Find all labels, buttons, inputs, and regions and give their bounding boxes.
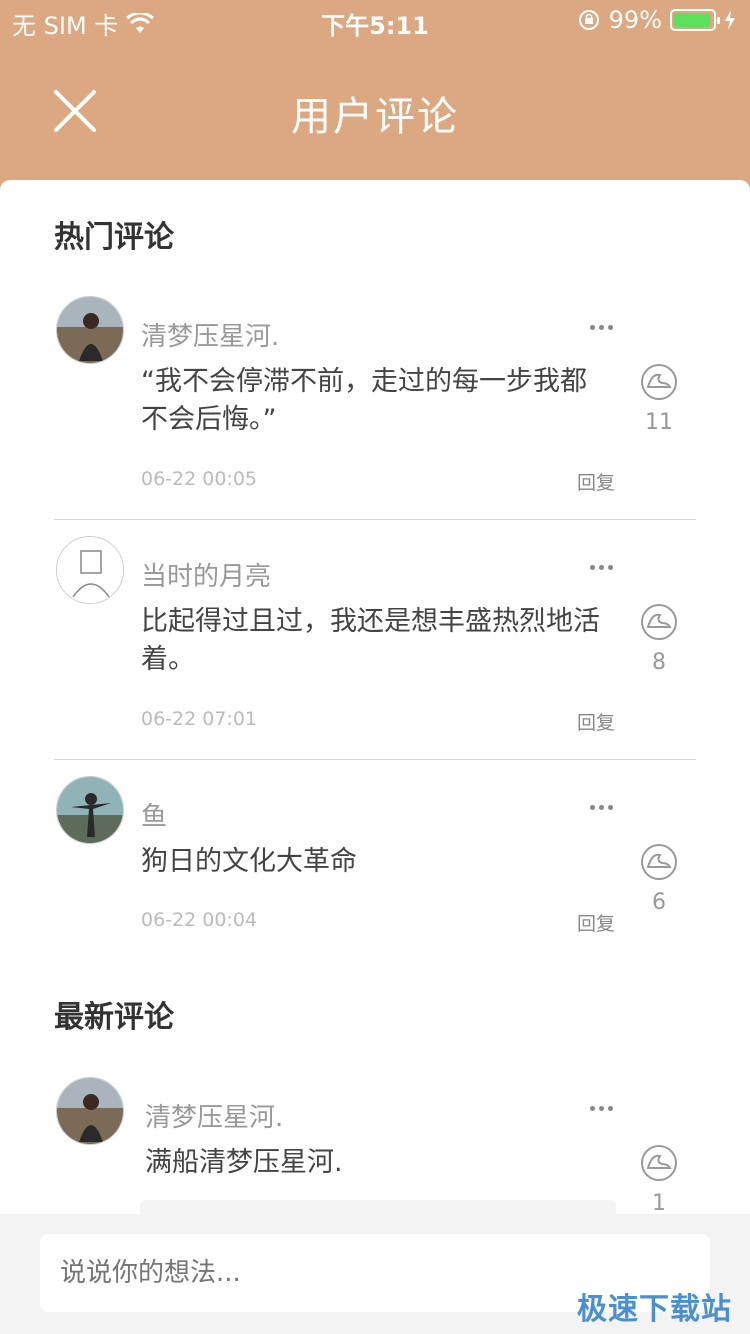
charging-icon (725, 10, 735, 30)
more-icon[interactable] (590, 555, 618, 570)
header: 无 SIM 卡 下午5:11 99% 用户评论 (0, 0, 750, 200)
comment-text: 比起得过且过，我还是想丰盛热烈地活着。 (141, 606, 600, 675)
divider (54, 519, 696, 520)
rotation-lock-icon (578, 10, 599, 30)
comments-sheet: 热门评论 清梦压星河. “我不会停滞不前，走过的每一步我都不会后悔。” 06-2… (0, 180, 750, 1214)
comment-text: “我不会停滞不前，走过的每一步我都不会后悔。” (141, 366, 587, 435)
battery-percent: 99% (608, 6, 662, 34)
reply-button[interactable]: 回复 (577, 909, 615, 936)
comment-text: 满船清梦压星河. (145, 1147, 343, 1178)
username[interactable]: 鱼 (141, 796, 167, 833)
username[interactable]: 清梦压星河. (141, 316, 279, 353)
page-title: 用户评论 (291, 94, 459, 140)
comment-time: 06-22 00:05 (141, 468, 258, 490)
username[interactable]: 清梦压星河. (145, 1097, 283, 1134)
like-icon[interactable] (640, 363, 678, 401)
more-icon[interactable] (590, 1096, 618, 1111)
like-count: 1 (652, 1191, 666, 1214)
like-count: 11 (645, 410, 673, 435)
status-bar: 无 SIM 卡 下午5:11 99% (0, 0, 750, 40)
avatar[interactable] (56, 1077, 124, 1145)
reply-quote-box (140, 1200, 616, 1214)
divider (54, 759, 696, 760)
like-icon[interactable] (640, 843, 678, 881)
watermark: 极速下载站 (577, 1292, 732, 1327)
comment-text: 狗日的文化大革命 (141, 846, 357, 877)
like-icon[interactable] (640, 1144, 678, 1182)
comment-time: 06-22 00:04 (141, 909, 258, 931)
like-icon[interactable] (640, 603, 678, 641)
username[interactable]: 当时的月亮 (141, 556, 271, 593)
new-comments-title: 最新评论 (54, 1000, 174, 1035)
comment-time: 06-22 07:01 (141, 708, 258, 730)
reply-button[interactable]: 回复 (577, 468, 615, 495)
reply-button[interactable]: 回复 (577, 708, 615, 735)
more-icon[interactable] (590, 795, 618, 810)
like-count: 6 (652, 890, 666, 915)
battery-icon (670, 9, 720, 31)
avatar[interactable] (56, 536, 124, 604)
avatar[interactable] (56, 776, 124, 844)
hot-comments-title: 热门评论 (54, 220, 174, 255)
more-icon[interactable] (590, 315, 618, 330)
avatar[interactable] (56, 296, 124, 364)
like-count: 8 (652, 650, 666, 675)
status-right: 99% (577, 6, 736, 34)
